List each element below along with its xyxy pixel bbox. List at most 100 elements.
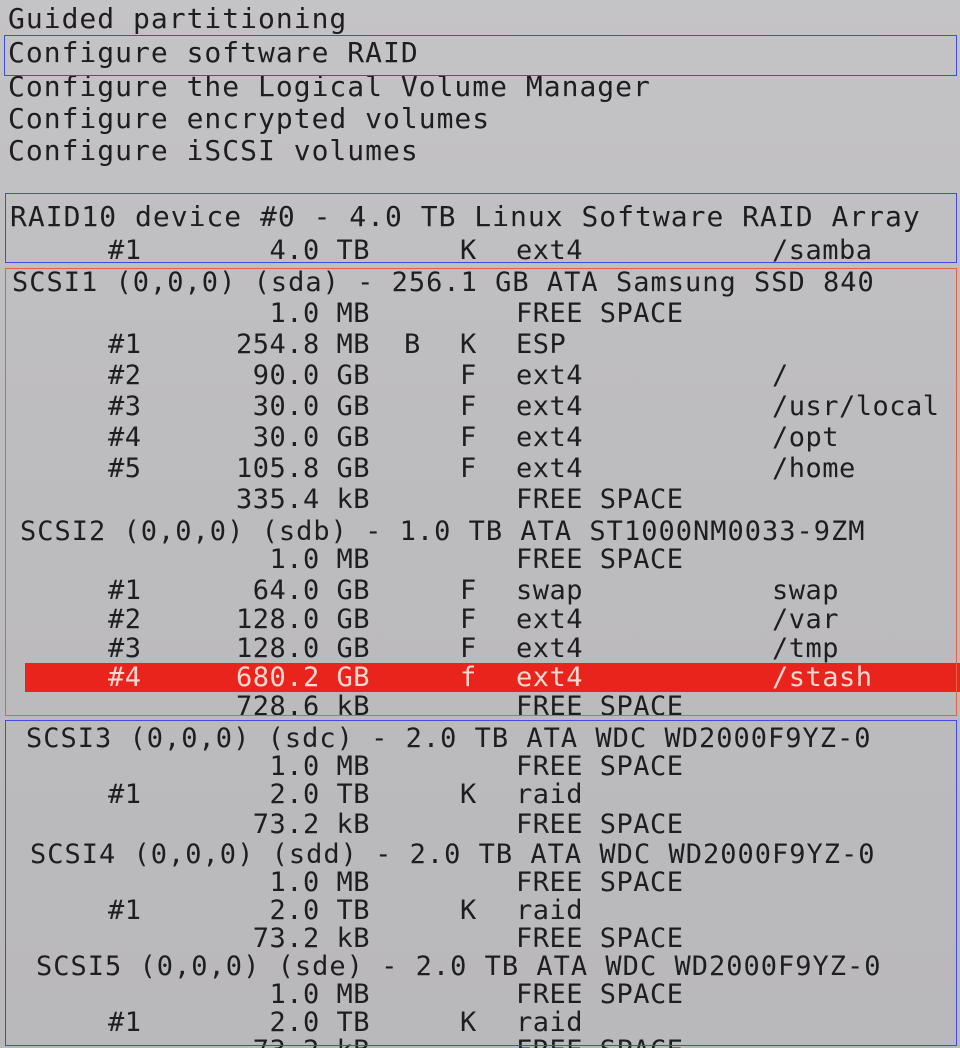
partition-row[interactable]: #4 680.2 GB f ext4/stash bbox=[0, 663, 960, 693]
partition-row[interactable]: #1 64.0 GB Fswap swap bbox=[0, 576, 960, 606]
disk-cell-k: K bbox=[460, 1007, 477, 1038]
free-space-row[interactable]: 73.2 kB FREE SPACE bbox=[0, 924, 960, 954]
disk-header[interactable]: SCSI1 (0,0,0) (sda) - 256.1 GB ATA Samsu… bbox=[12, 268, 875, 298]
free-space-row[interactable]: 1.0 MB FREE SPACE bbox=[0, 752, 960, 782]
disk-cell-size: 2.0 TB bbox=[269, 895, 370, 926]
partition-row[interactable]: #2 128.0 GB Fext4/var bbox=[0, 605, 960, 635]
disk-cell-fs: FREE SPACE bbox=[516, 544, 684, 575]
disk-cell-fs: swap bbox=[516, 575, 584, 606]
raid-cell-num: #1 bbox=[108, 235, 142, 266]
disk-cell-k: K bbox=[460, 329, 477, 360]
disk-cell-fs: FREE SPACE bbox=[516, 691, 684, 722]
free-space-row[interactable]: 73.2 kB FREE SPACE bbox=[0, 810, 960, 840]
disk-header[interactable]: SCSI3 (0,0,0) (sdc) - 2.0 TB ATA WDC WD2… bbox=[26, 724, 872, 754]
disk-cell-k: K bbox=[460, 895, 477, 926]
menu-item-configure-software-raid[interactable]: Configure software RAID bbox=[8, 38, 419, 68]
disk-header[interactable]: SCSI5 (0,0,0) (sde) - 2.0 TB ATA WDC WD2… bbox=[36, 952, 882, 982]
partition-row[interactable]: #1 254.8 MB B K ESP bbox=[0, 330, 960, 360]
disk-cell-fs: FREE SPACE bbox=[516, 298, 684, 329]
disk-cell-size: 30.0 GB bbox=[252, 391, 370, 422]
partition-row[interactable]: #5 105.8 GB Fext4/home bbox=[0, 454, 960, 484]
disk-cell-fs: FREE SPACE bbox=[516, 484, 684, 515]
disk-cell-size: 1.0 MB bbox=[269, 867, 370, 898]
partition-row[interactable]: #4 30.0 GB Fext4/opt bbox=[0, 423, 960, 453]
partition-row[interactable]: #1 2.0 TB Kraid bbox=[0, 896, 960, 926]
partition-row[interactable]: #1 2.0 TB Kraid bbox=[0, 1008, 960, 1038]
disk-cell-k: F bbox=[460, 453, 477, 484]
disk-cell-fs: FREE SPACE bbox=[516, 1036, 756, 1048]
disk-cell-fs: ext4 bbox=[516, 633, 584, 664]
disk-cell-k: F bbox=[460, 633, 477, 664]
disk-cell-k: F bbox=[460, 575, 477, 606]
disk-cell-fs: FREE SPACE bbox=[516, 979, 684, 1010]
disk-cell-num: #3 bbox=[108, 391, 142, 422]
partition-screen: Guided partitioning Configure software R… bbox=[0, 0, 960, 1048]
disk-header[interactable]: SCSI4 (0,0,0) (sdd) - 2.0 TB ATA WDC WD2… bbox=[30, 840, 876, 870]
disk-cell-mount: /home bbox=[772, 453, 856, 484]
disk-cell-mount: swap bbox=[772, 575, 840, 606]
raid-cell-size: 4.0 TB bbox=[269, 235, 370, 266]
free-space-row[interactable]: 728.6 kB FREE SPACE bbox=[0, 692, 960, 722]
disk-cell-size: 2.0 TB bbox=[269, 1007, 370, 1038]
disk-cell-fs: raid bbox=[516, 779, 584, 810]
disk-cell-mount: /opt bbox=[772, 422, 840, 453]
disk-cell-num: #4 bbox=[108, 662, 142, 693]
disk-cell-size: 1.0 MB bbox=[269, 979, 370, 1010]
disk-cell-fs: ext4 bbox=[516, 662, 584, 693]
disk-cell-num: #1 bbox=[108, 1007, 142, 1038]
raid-cell-fs: ext4 bbox=[516, 235, 584, 266]
free-space-row[interactable]: 1.0 MB FREE SPACE bbox=[0, 299, 960, 329]
disk-cell-num: #1 bbox=[108, 329, 142, 360]
disk-cell-fs: ext4 bbox=[516, 360, 584, 391]
disk-cell-fs: ext4 bbox=[516, 391, 584, 422]
disk-cell-fs: raid bbox=[516, 895, 584, 926]
disk-cell-size: 1.0 MB bbox=[269, 298, 370, 329]
disk-cell-fs: FREE SPACE bbox=[516, 809, 684, 840]
menu-item-guided-partitioning[interactable]: Guided partitioning bbox=[8, 4, 347, 34]
disk-cell-size: 1.0 MB bbox=[269, 751, 370, 782]
disk-cell-num: #1 bbox=[108, 779, 142, 810]
partition-row[interactable]: #3 30.0 GB Fext4/usr/local bbox=[0, 392, 960, 422]
disk-cell-mount: /tmp bbox=[772, 633, 840, 664]
partition-row[interactable]: #2 90.0 GB Fext4 / bbox=[0, 361, 960, 391]
disk-cell-k: F bbox=[460, 422, 477, 453]
disk-cell-flag: B bbox=[404, 329, 421, 360]
disk-cell-fs: FREE SPACE bbox=[516, 867, 684, 898]
free-space-row[interactable]: 1.0 MB FREE SPACE bbox=[0, 980, 960, 1010]
disk-cell-size: 73.2 kB bbox=[170, 1036, 370, 1048]
free-space-row[interactable]: 335.4 kB FREE SPACE bbox=[0, 485, 960, 515]
disk-cell-size: 1.0 MB bbox=[269, 544, 370, 575]
disk-cell-size: 73.2 kB bbox=[252, 809, 370, 840]
partition-row[interactable]: #3 128.0 GB Fext4/tmp bbox=[0, 634, 960, 664]
disk-cell-mount: / bbox=[772, 360, 789, 391]
menu-item-configure-lvm[interactable]: Configure the Logical Volume Manager bbox=[8, 72, 651, 102]
disk-cell-size: 128.0 GB bbox=[235, 633, 370, 664]
menu-item-configure-iscsi-volumes[interactable]: Configure iSCSI volumes bbox=[8, 136, 419, 166]
disk-cell-mount: /stash bbox=[772, 662, 873, 693]
disk-cell-fs: ext4 bbox=[516, 422, 584, 453]
disk-cell-num: #1 bbox=[108, 895, 142, 926]
disk-cell-num: #4 bbox=[108, 422, 142, 453]
disk-cell-fs: ext4 bbox=[516, 604, 584, 635]
disk-cell-num: #1 bbox=[108, 575, 142, 606]
disk-cell-fs: FREE SPACE bbox=[516, 751, 684, 782]
partition-row[interactable]: #1 2.0 TB Kraid bbox=[0, 780, 960, 810]
menu-item-configure-encrypted-volumes[interactable]: Configure encrypted volumes bbox=[8, 104, 490, 134]
disk-cell-mount: /var bbox=[772, 604, 840, 635]
disk-cell-num: #5 bbox=[108, 453, 142, 484]
disk-cell-size: 73.2 kB bbox=[252, 923, 370, 954]
disk-header[interactable]: SCSI2 (0,0,0) (sdb) - 1.0 TB ATA ST1000N… bbox=[20, 517, 866, 547]
disk-cell-size: 728.6 kB bbox=[235, 691, 370, 722]
free-space-row[interactable]: 73.2 kB FREE SPACE bbox=[0, 1036, 960, 1048]
disk-cell-fs: raid bbox=[516, 1007, 584, 1038]
free-space-row[interactable]: 1.0 MB FREE SPACE bbox=[0, 545, 960, 575]
free-space-row[interactable]: 1.0 MB FREE SPACE bbox=[0, 868, 960, 898]
disk-cell-k: F bbox=[460, 604, 477, 635]
raid-cell-k: K bbox=[460, 235, 477, 266]
disk-cell-size: 64.0 GB bbox=[252, 575, 370, 606]
disk-cell-size: 2.0 TB bbox=[269, 779, 370, 810]
disk-cell-fs: FREE SPACE bbox=[516, 923, 684, 954]
partition-row[interactable]: #1 4.0 TB Kext4/samba bbox=[0, 236, 960, 266]
raid-device-header[interactable]: RAID10 device #0 - 4.0 TB Linux Software… bbox=[10, 202, 921, 232]
disk-cell-k: f bbox=[460, 662, 477, 693]
